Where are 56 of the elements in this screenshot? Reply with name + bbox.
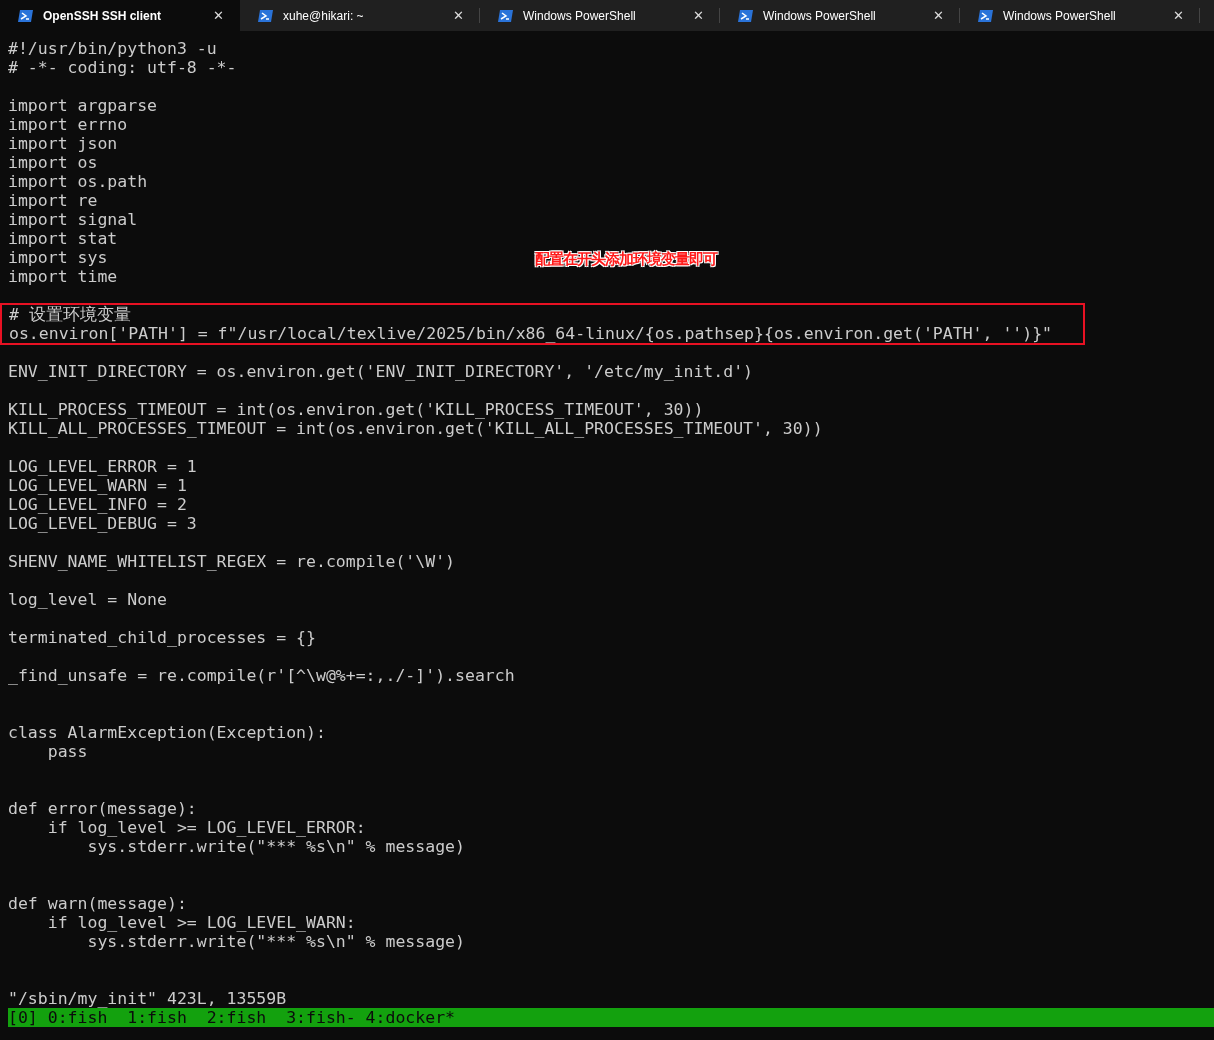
close-icon[interactable]: ✕ — [207, 8, 230, 23]
window-list: [0] 0:fish 1:fish 2:fish 3:fish- 4:docker* — [8, 1008, 456, 1027]
close-icon[interactable]: ✕ — [927, 8, 950, 23]
code-line: import argparse — [8, 96, 157, 115]
terminal-tab[interactable]: Windows PowerShell ✕ — [720, 0, 960, 31]
code-line: _find_unsafe = re.compile(r'[^\w@%+=:,./-]').search — [8, 666, 515, 685]
tab-title: OpenSSH SSH client — [43, 8, 163, 23]
terminal-tab[interactable]: xuhe@hikari: ~ ✕ — [240, 0, 480, 31]
terminal-icon — [978, 7, 994, 24]
code-line: os.environ['PATH'] = f"/usr/local/texlive/2025/bin/x86_64-linux/{os.pathsep}{os.environ.get('PATH', '')}" — [9, 324, 1053, 343]
code-line: import json — [8, 134, 118, 153]
code-line: import os.path — [8, 172, 148, 191]
code-line: import signal — [8, 210, 138, 229]
code-line: LOG_LEVEL_DEBUG = 3 — [8, 514, 197, 533]
terminal-tab[interactable]: Windows PowerShell ✕ — [480, 0, 720, 31]
code-line: import sys — [8, 248, 108, 267]
code-line: import os — [8, 153, 98, 172]
code-line: terminated_child_processes = {} — [8, 628, 316, 647]
code-line: KILL_ALL_PROCESSES_TIMEOUT = int(os.environ.get('KILL_ALL_PROCESSES_TIMEOUT', 30)) — [8, 419, 823, 438]
close-icon[interactable]: ✕ — [1167, 8, 1190, 23]
code-line: KILL_PROCESS_TIMEOUT = int(os.environ.get('KILL_PROCESS_TIMEOUT', 30)) — [8, 400, 704, 419]
code-line: "/sbin/my_init" 423L, 13559B — [8, 989, 287, 1008]
code-line: log_level = None — [8, 590, 167, 609]
code-line: if log_level >= LOG_LEVEL_WARN: — [46, 913, 356, 932]
tab-title: Windows PowerShell — [523, 8, 637, 23]
terminal-icon — [498, 7, 514, 24]
terminal-icon — [738, 7, 754, 24]
code-line: sys.stderr.write("*** %s\n" % message) — [86, 932, 465, 951]
terminal-tab[interactable]: OpenSSH SSH client ✕ — [0, 0, 240, 31]
code-line: class AlarmException(Exception): — [8, 723, 326, 742]
terminal-icon — [258, 7, 274, 24]
terminal-tab[interactable]: Windows PowerShell ✕ — [960, 0, 1200, 31]
tab-title: Windows PowerShell — [763, 8, 877, 23]
code-line: ENV_INIT_DIRECTORY = os.environ.get('ENV_INIT_DIRECTORY', '/etc/my_init.d') — [8, 362, 754, 381]
terminal-icon — [18, 7, 34, 24]
code-line: # -*- coding: utf-8 -*- — [8, 58, 237, 77]
code-line: # 设置环境变量 — [9, 305, 131, 324]
code-line: import time — [8, 267, 118, 286]
code-line: LOG_LEVEL_WARN = 1 — [8, 476, 187, 495]
close-icon[interactable]: ✕ — [447, 8, 470, 23]
code-line: LOG_LEVEL_INFO = 2 — [8, 495, 187, 514]
close-icon[interactable]: ✕ — [687, 8, 710, 23]
code-line: pass — [46, 742, 88, 761]
tab-title: xuhe@hikari: ~ — [283, 8, 365, 23]
code-line: if log_level >= LOG_LEVEL_ERROR: — [46, 818, 366, 837]
code-line: import errno — [8, 115, 128, 134]
code-line: SHENV_NAME_WHITELIST_REGEX = re.compile('\W') — [8, 552, 456, 571]
code-line: def warn(message): — [8, 894, 187, 913]
code-line: import re — [8, 191, 98, 210]
code-line: def error(message): — [8, 799, 197, 818]
code-line: LOG_LEVEL_ERROR = 1 — [8, 457, 197, 476]
code-line: #!/usr/bin/python3 -u — [8, 39, 217, 58]
code-line: sys.stderr.write("*** %s\n" % message) — [86, 837, 465, 856]
tab-title: Windows PowerShell — [1003, 8, 1117, 23]
code-line: import stat — [8, 229, 118, 248]
annotation-text: 配置在开头添加环境变量即可 — [535, 250, 717, 269]
